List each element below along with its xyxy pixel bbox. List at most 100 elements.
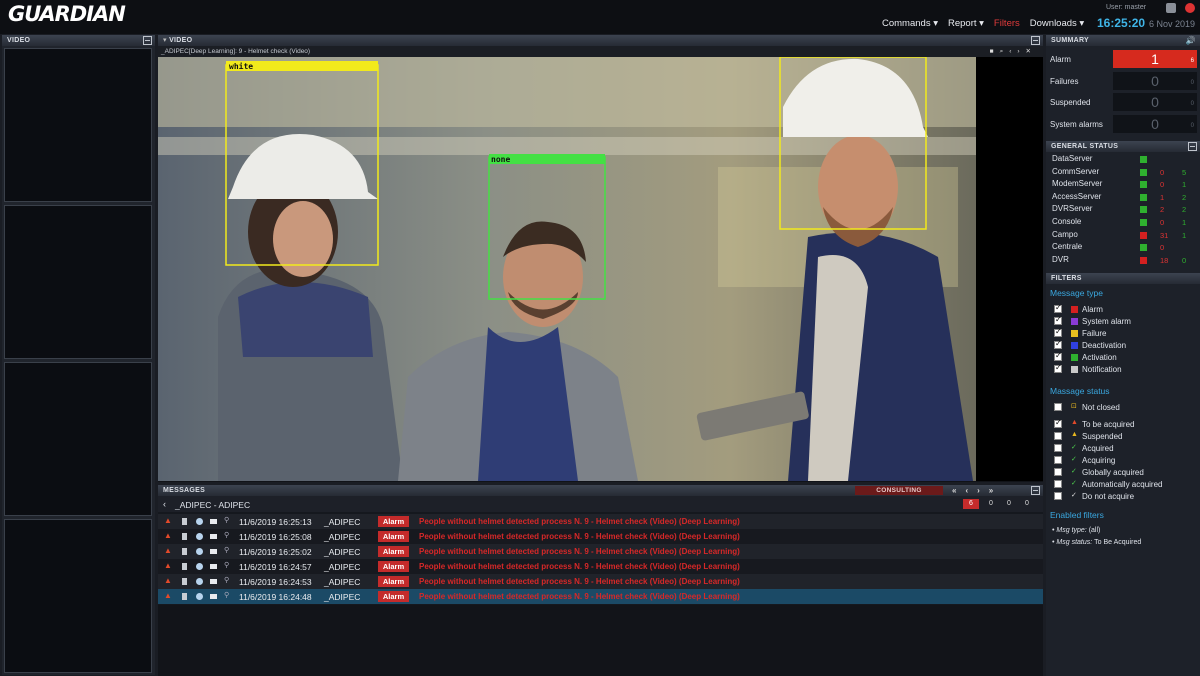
- status-row[interactable]: Console 0 1: [1052, 217, 1196, 230]
- document-icon[interactable]: [182, 533, 187, 540]
- status-row[interactable]: DataServer: [1052, 154, 1196, 167]
- message-row[interactable]: ▲ ⚲ 11/6/2019 16:25:13 _ADIPEC Alarm People w…: [158, 514, 1043, 529]
- nav-report[interactable]: Report ▾: [948, 18, 984, 29]
- message-type-filter[interactable]: Failure: [1052, 327, 1196, 341]
- message-row[interactable]: ▲ ⚲ 11/6/2019 16:24:48 _ADIPEC Alarm People w…: [158, 589, 1043, 604]
- minimize-icon[interactable]: [1031, 486, 1040, 495]
- message-row[interactable]: ▲ ⚲ 11/6/2019 16:24:57 _ADIPEC Alarm People w…: [158, 559, 1043, 574]
- filter-checkbox[interactable]: [1054, 403, 1062, 411]
- status-row[interactable]: CommServer 0 5: [1052, 167, 1196, 180]
- status-icon: ✓: [1071, 480, 1077, 487]
- filter-checkbox[interactable]: [1054, 351, 1062, 361]
- key-icon[interactable]: ⚲: [224, 546, 231, 554]
- settings-icon[interactable]: [1166, 3, 1176, 13]
- globe-icon[interactable]: [196, 563, 203, 570]
- message-row[interactable]: ▲ ⚲ 11/6/2019 16:24:53 _ADIPEC Alarm People w…: [158, 574, 1043, 589]
- video-slot-1[interactable]: [4, 48, 152, 202]
- status-row[interactable]: ModemServer 0 1: [1052, 179, 1196, 192]
- filter-checkbox[interactable]: [1054, 432, 1062, 440]
- user-label[interactable]: User: master: [1106, 4, 1146, 11]
- status-indicator-icon: [1140, 206, 1147, 214]
- globe-icon[interactable]: [196, 548, 203, 555]
- status-row[interactable]: Campo 31 1: [1052, 230, 1196, 243]
- status-row[interactable]: DVRServer 2 2: [1052, 204, 1196, 217]
- minimize-icon[interactable]: [1188, 142, 1197, 151]
- key-icon[interactable]: ⚲: [224, 516, 231, 524]
- filter-checkbox[interactable]: [1054, 444, 1062, 452]
- key-icon[interactable]: ⚲: [224, 561, 231, 569]
- message-row[interactable]: ▲ ⚲ 11/6/2019 16:25:08 _ADIPEC Alarm People w…: [158, 529, 1043, 544]
- filter-checkbox[interactable]: [1054, 315, 1062, 325]
- document-icon[interactable]: [182, 548, 187, 555]
- message-type-filter[interactable]: Deactivation: [1052, 339, 1196, 353]
- filter-checkbox[interactable]: [1054, 492, 1062, 500]
- filter-checkbox[interactable]: [1054, 468, 1062, 476]
- message-status-filter[interactable]: ✓ Do not acquire: [1052, 492, 1196, 504]
- filter-checkbox[interactable]: [1054, 456, 1062, 464]
- monitor-icon[interactable]: [210, 579, 217, 584]
- summary-row[interactable]: Failures 0 0: [1050, 71, 1198, 90]
- document-icon[interactable]: [182, 593, 187, 600]
- monitor-icon[interactable]: [210, 549, 217, 554]
- key-icon[interactable]: ⚲: [224, 531, 231, 539]
- key-icon[interactable]: ⚲: [224, 576, 231, 584]
- status-row[interactable]: Centrale 0: [1052, 242, 1196, 255]
- nav-filters[interactable]: Filters: [994, 18, 1020, 29]
- filter-checkbox[interactable]: [1054, 339, 1062, 349]
- filter-checkbox[interactable]: [1054, 480, 1062, 488]
- enabled-filters-title: Enabled filters: [1050, 510, 1104, 520]
- message-type-badge: Alarm: [378, 546, 409, 557]
- message-type-filter[interactable]: Alarm: [1052, 303, 1196, 317]
- message-row[interactable]: ▲ ⚲ 11/6/2019 16:25:02 _ADIPEC Alarm People w…: [158, 544, 1043, 559]
- message-type-filter[interactable]: System alarm: [1052, 315, 1196, 329]
- key-icon[interactable]: ⚲: [224, 591, 231, 599]
- document-icon[interactable]: [182, 518, 187, 525]
- minimize-icon[interactable]: [1031, 36, 1040, 45]
- summary-row[interactable]: Alarm 1 6: [1050, 50, 1198, 68]
- nav-downloads[interactable]: Downloads ▾: [1030, 18, 1084, 29]
- summary-label: Suspended: [1050, 98, 1091, 107]
- filter-checkbox[interactable]: [1054, 303, 1062, 313]
- document-icon[interactable]: [182, 578, 187, 585]
- monitor-icon[interactable]: [210, 564, 217, 569]
- video-slot-3[interactable]: [4, 362, 152, 516]
- status-name: Centrale: [1052, 242, 1083, 252]
- video-frame[interactable]: white none: [158, 57, 976, 481]
- message-type-filter[interactable]: Activation: [1052, 351, 1196, 365]
- message-type-badge: Alarm: [378, 561, 409, 572]
- monitor-icon[interactable]: [210, 594, 217, 599]
- summary-row[interactable]: Suspended 0 0: [1050, 93, 1198, 111]
- message-status-filter[interactable]: ⊡ Not closed: [1052, 403, 1196, 415]
- power-icon[interactable]: [1185, 3, 1195, 13]
- monitor-icon[interactable]: [210, 534, 217, 539]
- message-type-badge: Alarm: [378, 516, 409, 527]
- status-row[interactable]: DVR 18 0: [1052, 255, 1196, 268]
- video-slot-2[interactable]: [4, 205, 152, 359]
- speaker-icon[interactable]: 🔊: [1186, 35, 1196, 46]
- globe-icon[interactable]: [196, 593, 203, 600]
- summary-value: 0: [1113, 71, 1197, 90]
- date: 6 Nov 2019: [1149, 19, 1196, 29]
- message-group-row[interactable]: ‹ _ADIPEC - ADIPEC 6 0 0 0: [158, 496, 1043, 512]
- status-row[interactable]: AccessServer 1 2: [1052, 192, 1196, 205]
- nav-commands[interactable]: Commands ▾: [882, 18, 938, 29]
- globe-icon[interactable]: [196, 578, 203, 585]
- filter-checkbox[interactable]: [1054, 327, 1062, 337]
- warning-icon: ▲: [164, 531, 172, 540]
- video-slot-4[interactable]: [4, 519, 152, 673]
- back-arrow-icon[interactable]: ‹: [163, 499, 166, 509]
- globe-icon[interactable]: [196, 533, 203, 540]
- globe-icon[interactable]: [196, 518, 203, 525]
- document-icon[interactable]: [182, 563, 187, 570]
- status-name: DVRServer: [1052, 204, 1093, 214]
- consulting-badge[interactable]: CONSULTING: [855, 486, 943, 495]
- video-controls-icons[interactable]: ■⌕‹›✕: [990, 46, 1037, 57]
- summary-row[interactable]: System alarms 0 0: [1050, 114, 1198, 133]
- filter-checkbox[interactable]: [1054, 418, 1062, 428]
- message-type-filter[interactable]: Notification: [1052, 363, 1196, 377]
- minimize-icon[interactable]: [143, 36, 152, 45]
- pager-icons[interactable]: «‹›»: [952, 485, 1002, 496]
- message-source: _ADIPEC: [324, 561, 361, 572]
- filter-checkbox[interactable]: [1054, 363, 1062, 373]
- monitor-icon[interactable]: [210, 519, 217, 524]
